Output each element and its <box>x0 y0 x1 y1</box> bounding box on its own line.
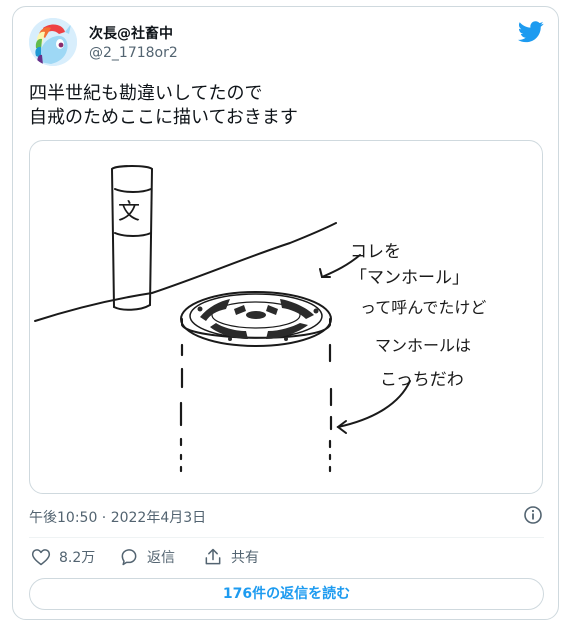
note-line: コレを <box>350 242 401 262</box>
tweet-text-line: 四半世紀も勘違いしてたので <box>29 83 263 104</box>
twitter-bird-icon[interactable] <box>518 21 544 43</box>
avatar-pony-icon <box>29 18 77 66</box>
note-line: って呼んでたけど <box>360 298 486 317</box>
note-line: 「マンホール」 <box>350 268 469 288</box>
divider <box>29 537 544 538</box>
like-count: 8.2万 <box>59 550 96 566</box>
tweet-image[interactable]: 文 コレを 「マンホール」 って呼んでたけど マンホールは こっちだわ <box>29 140 543 494</box>
note-line: マンホールは <box>375 336 471 355</box>
tweet-card: 次長@社畜中 @2_1718or2 四半世紀も勘違いしてたので 自戒のためここに… <box>12 6 559 620</box>
bollard-sign-char: 文 <box>118 200 140 225</box>
reply-bubble-icon <box>121 549 137 566</box>
share-button[interactable]: 共有 <box>203 545 259 569</box>
manhole-shaft-lines <box>179 343 333 473</box>
display-name[interactable]: 次長@社畜中 <box>89 23 173 43</box>
tweet-text-line: 自戒のためここに描いておきます <box>29 107 298 128</box>
tweet-text: 四半世紀も勘違いしてたので 自戒のためここに描いておきます <box>29 82 544 130</box>
share-icon <box>205 548 221 565</box>
note-line: こっちだわ <box>380 370 464 390</box>
heart-icon <box>31 549 51 566</box>
reply-label: 返信 <box>147 550 175 566</box>
info-icon[interactable] <box>523 505 543 525</box>
avatar[interactable] <box>29 18 77 66</box>
tweet-timestamp[interactable]: 午後10:50 · 2022年4月3日 <box>29 507 206 527</box>
manhole-cover <box>180 291 332 347</box>
bollard-post: 文 <box>111 165 153 311</box>
read-replies-button[interactable]: 176件の返信を読む <box>29 578 544 610</box>
like-button[interactable]: 8.2万 <box>31 545 95 569</box>
reply-button[interactable]: 返信 <box>119 545 175 569</box>
user-handle[interactable]: @2_1718or2 <box>89 45 178 61</box>
manhole-illustration: 文 コレを 「マンホール」 って呼んでたけど マンホールは こっちだわ <box>34 165 486 473</box>
share-label: 共有 <box>231 550 259 566</box>
